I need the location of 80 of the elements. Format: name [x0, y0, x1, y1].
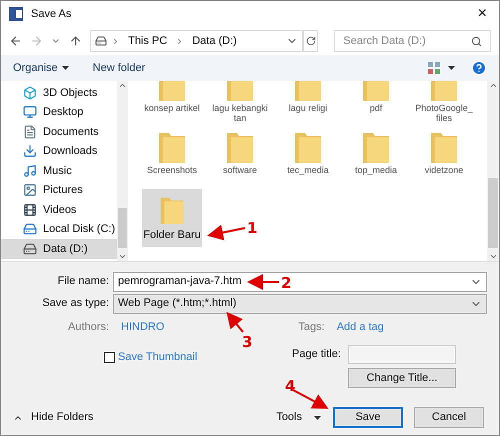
- sidebar-item[interactable]: Data (D:): [1, 239, 117, 258]
- sidebar-item[interactable]: Documents: [1, 122, 117, 142]
- up-icon[interactable]: [68, 34, 82, 48]
- cube-icon: [23, 86, 37, 100]
- folder-item[interactable]: top_media: [346, 127, 406, 185]
- add-tag-link[interactable]: Add a tag: [336, 318, 384, 336]
- sidebar-item[interactable]: Downloads: [1, 142, 117, 161]
- cancel-button[interactable]: Cancel: [414, 407, 484, 428]
- field-label: Authors:: [67, 320, 109, 335]
- caret-icon: [448, 66, 455, 70]
- drive-icon: [23, 242, 37, 256]
- scrollbar[interactable]: [117, 81, 128, 261]
- scrollbar-thumb[interactable]: [118, 208, 127, 248]
- scrollbar-thumb[interactable]: [488, 178, 498, 248]
- folder-item[interactable]: PhotoGoogle_files: [414, 81, 474, 123]
- field-label: Tags:: [298, 320, 325, 335]
- sidebar-item[interactable]: 3D Objects: [1, 83, 117, 102]
- authors-link[interactable]: HINDRO: [121, 318, 164, 336]
- folder-item[interactable]: tec_media: [278, 127, 338, 185]
- scroll-down-icon[interactable]: [118, 252, 127, 261]
- folder-item[interactable]: videtzone: [414, 127, 474, 185]
- caret-icon: [314, 416, 321, 420]
- monitor-icon: [23, 105, 37, 120]
- annotation-number: 2: [281, 273, 292, 294]
- address-bar[interactable]: This PC Data (D:): [90, 30, 304, 52]
- scroll-up-icon[interactable]: [118, 81, 127, 90]
- help-icon[interactable]: [471, 60, 487, 76]
- save-button[interactable]: Save: [333, 407, 403, 428]
- folder-item[interactable]: Screenshots: [142, 127, 202, 185]
- tools-button[interactable]: Tools: [276, 409, 321, 426]
- change-title-button[interactable]: Change Title...: [348, 368, 456, 388]
- field-label: File name:: [56, 274, 109, 290]
- window-title: Save As: [31, 6, 72, 22]
- checkbox[interactable]: [104, 352, 115, 363]
- back-icon[interactable]: [9, 34, 22, 48]
- field-label: Save as type:: [41, 296, 109, 312]
- annotation-number: 4: [285, 376, 296, 397]
- sidebar-item[interactable]: Pictures: [1, 180, 117, 200]
- checkbox-label[interactable]: Save Thumbnail: [118, 349, 198, 366]
- organise-button[interactable]: Organise: [13, 60, 69, 76]
- search-icon: [471, 36, 482, 46]
- film-icon: [23, 202, 37, 217]
- drive-icon: [95, 35, 108, 47]
- file-type-dropdown[interactable]: Web Page (*.htm;*.html): [113, 294, 487, 314]
- music-note-icon: [23, 164, 37, 178]
- refresh-icon: [306, 36, 316, 46]
- folder-item[interactable]: Folder Baru: [142, 189, 202, 247]
- sidebar-item[interactable]: Local Disk (C:): [1, 220, 117, 239]
- annotation-number: 1: [247, 218, 258, 239]
- sidebar-item[interactable]: Videos: [1, 200, 117, 220]
- annotation-arrow: [226, 312, 244, 333]
- annotation-arrow: [292, 389, 329, 409]
- new-folder-button[interactable]: New folder: [92, 60, 146, 76]
- close-button[interactable]: ×: [474, 2, 491, 26]
- annotation-arrow: [247, 274, 279, 290]
- folder-item[interactable]: lagu kebangkitan: [210, 81, 270, 123]
- breadcrumb[interactable]: This PC: [124, 32, 172, 50]
- page-title-field[interactable]: [348, 345, 456, 364]
- folder-item[interactable]: pdf: [346, 81, 406, 123]
- view-icon[interactable]: [428, 62, 440, 74]
- scroll-down-icon[interactable]: [488, 252, 498, 261]
- breadcrumb[interactable]: Data (D:): [188, 32, 241, 50]
- hide-folders-button[interactable]: Hide Folders: [13, 409, 94, 426]
- scrollbar[interactable]: [487, 81, 499, 261]
- scroll-up-icon[interactable]: [488, 81, 498, 90]
- folder-item[interactable]: konsep artikel: [142, 81, 202, 123]
- download-icon: [23, 144, 37, 158]
- sidebar-item[interactable]: Music: [1, 161, 117, 180]
- folder-item[interactable]: software: [210, 127, 270, 185]
- picture-icon: [23, 183, 37, 198]
- field-label: Page title:: [292, 347, 342, 362]
- sidebar-item[interactable]: Desktop: [1, 102, 117, 122]
- document-icon: [23, 124, 37, 139]
- annotation-arrow: [207, 224, 246, 240]
- caret-icon: [62, 66, 69, 70]
- folder-item[interactable]: lagu religi: [278, 81, 338, 123]
- search-field[interactable]: Search Data (D:): [334, 30, 491, 52]
- annotation-number: 3: [242, 332, 252, 353]
- refresh-button[interactable]: [303, 30, 318, 52]
- app-icon: [9, 7, 23, 21]
